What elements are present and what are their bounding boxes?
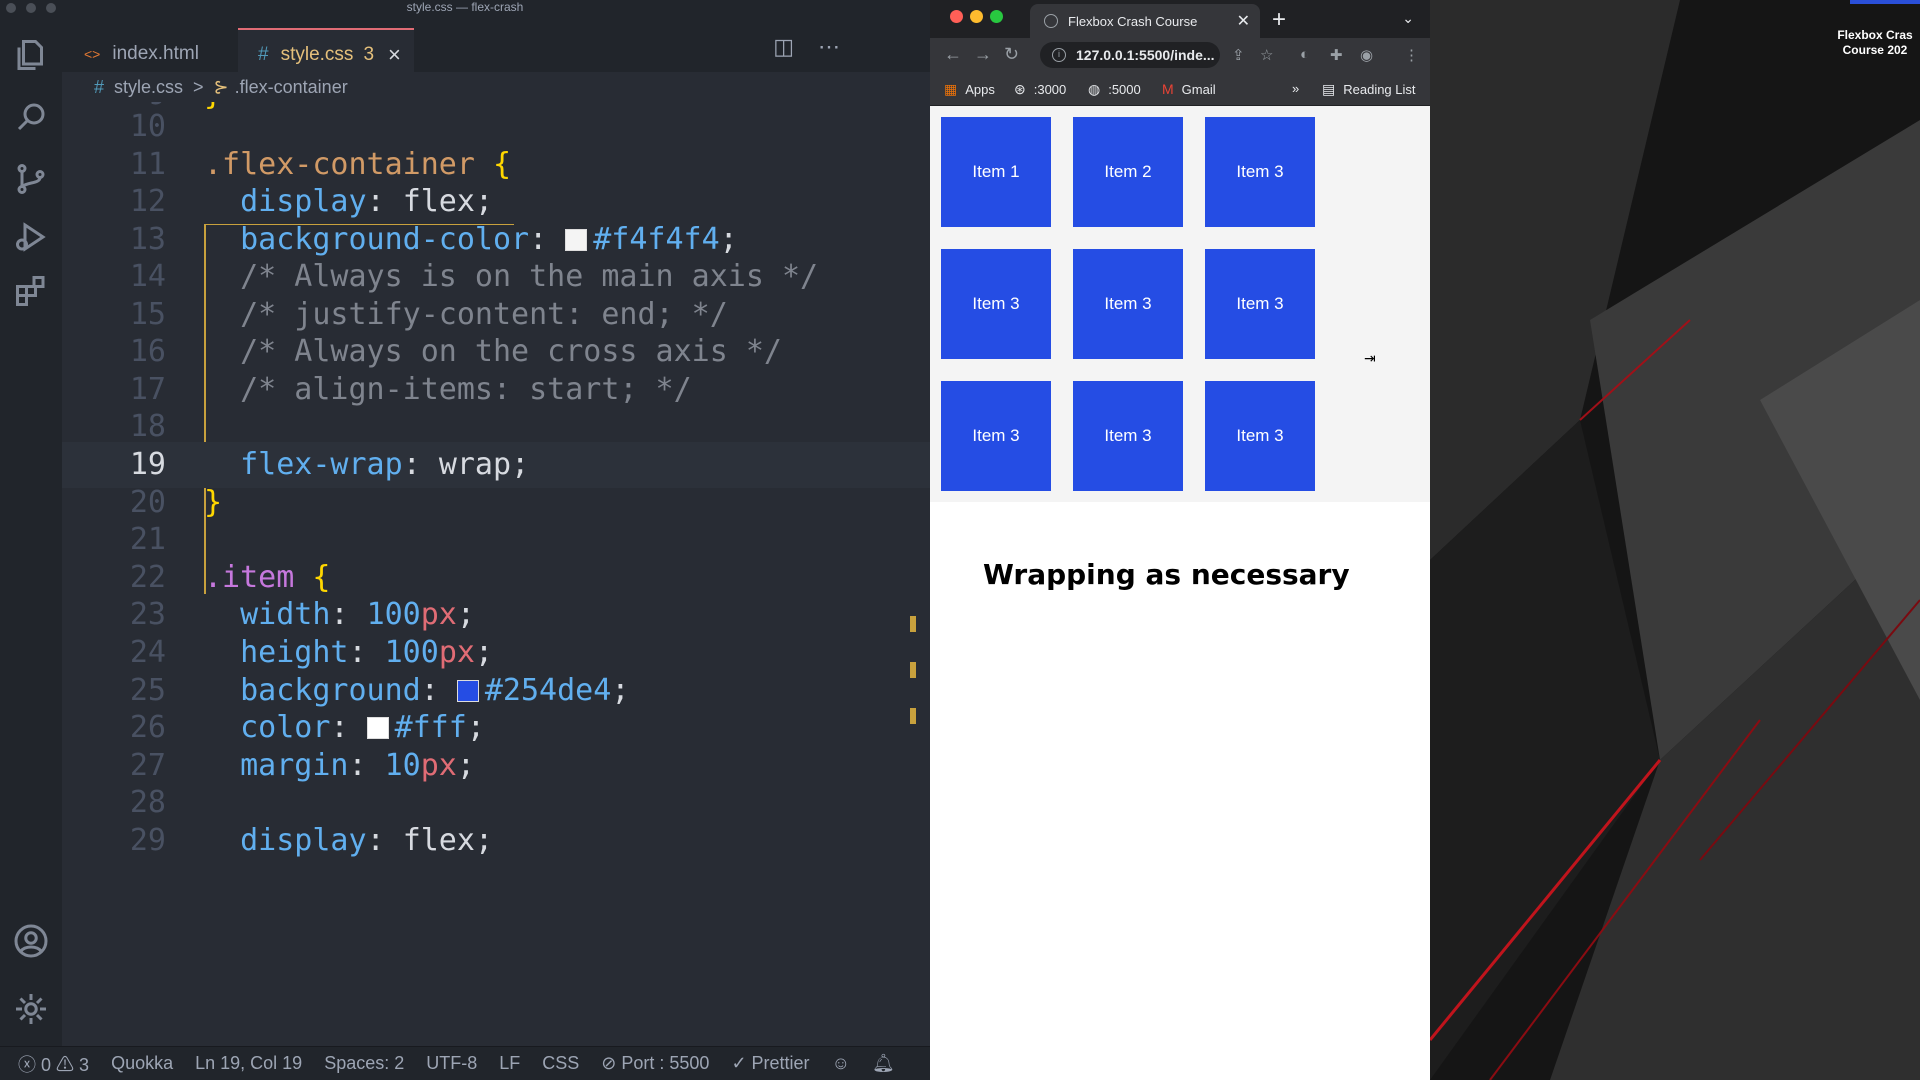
address-bar[interactable]: i 127.0.0.1:5500/inde... xyxy=(1040,42,1220,68)
flex-item: Item 3 xyxy=(1205,381,1315,491)
html-file-icon: <> xyxy=(84,46,101,62)
vscode-window: style.css — flex-crash <> index.html # s… xyxy=(0,0,930,1080)
browser-tab-strip: Flexbox Crash Course ✕ + ⌄ xyxy=(930,0,1430,38)
breadcrumb-symbol[interactable]: .flex-container xyxy=(235,77,348,98)
css-file-icon: # xyxy=(94,76,105,97)
split-editor-icon[interactable]: ◫ xyxy=(773,34,794,60)
close-window-button[interactable] xyxy=(950,10,963,23)
run-debug-icon[interactable] xyxy=(12,218,50,256)
editor-actions: ◫ ⋯ xyxy=(773,34,840,60)
bookmark-gmail[interactable]: M Gmail xyxy=(1162,81,1216,97)
cursor-position[interactable]: Ln 19, Col 19 xyxy=(195,1053,302,1074)
bookmarks-overflow-button[interactable]: » xyxy=(1292,81,1299,96)
browser-window: Flexbox Crash Course ✕ + ⌄ ← → ↻ i 127.0… xyxy=(930,0,1430,1080)
close-icon[interactable]: × xyxy=(388,42,401,68)
flex-item: Item 3 xyxy=(941,381,1051,491)
encoding[interactable]: UTF-8 xyxy=(426,1053,477,1074)
editor-scrollbar[interactable] xyxy=(910,102,918,1046)
window-titlebar: style.css — flex-crash xyxy=(0,0,930,14)
end-of-line[interactable]: LF xyxy=(499,1053,520,1074)
menu-kebab-icon[interactable]: ⋮ xyxy=(1404,46,1419,64)
problems-badge: 3 xyxy=(363,44,375,65)
activity-bar xyxy=(0,14,62,1046)
tab-label: index.html xyxy=(112,43,199,64)
desktop-wallpaper: Flexbox Cras Course 202 xyxy=(1430,0,1920,1080)
color-swatch[interactable] xyxy=(565,229,588,251)
color-swatch[interactable] xyxy=(366,717,389,739)
editor-tabs: <> index.html # style.css 3 × ◫ ⋯ xyxy=(62,14,930,80)
new-tab-button[interactable]: + xyxy=(1272,6,1286,34)
wallpaper-art xyxy=(1430,0,1920,1080)
gmail-icon: M xyxy=(1162,81,1174,97)
code-line: 29 display: flex; xyxy=(129,823,493,858)
explorer-icon[interactable] xyxy=(12,36,50,74)
globe-icon xyxy=(1044,14,1058,28)
flex-item: Item 3 xyxy=(941,249,1051,359)
prettier-status[interactable]: ✓ Prettier xyxy=(731,1053,809,1074)
bookmark-3000[interactable]: ⊛:3000 xyxy=(1014,81,1066,98)
back-arrow-icon[interactable]: ← xyxy=(944,44,962,65)
color-swatch[interactable] xyxy=(456,680,479,702)
minimize-window-button[interactable] xyxy=(970,10,983,23)
reading-list-icon: ▤ xyxy=(1322,81,1336,97)
flex-item: Item 3 xyxy=(1073,381,1183,491)
reading-list-button[interactable]: ▤ Reading List xyxy=(1322,81,1416,98)
breadcrumb-separator: > xyxy=(193,76,204,97)
account-icon[interactable] xyxy=(12,922,50,960)
live-server-port[interactable]: ⊘ Port : 5500 xyxy=(601,1053,709,1074)
more-actions-icon[interactable]: ⋯ xyxy=(818,34,840,60)
breadcrumb-file[interactable]: style.css xyxy=(114,77,183,98)
extensions-icon[interactable] xyxy=(12,272,50,310)
flex-item: Item 3 xyxy=(1073,249,1183,359)
flex-container: Item 1 Item 2 Item 3 Item 3 Item 3 Item … xyxy=(930,106,1430,502)
selector-symbol-icon: ⊱ xyxy=(213,76,229,97)
breadcrumb: # style.css > ⊱ .flex-container xyxy=(62,72,930,102)
indentation[interactable]: Spaces: 2 xyxy=(324,1053,404,1074)
bookmark-5000[interactable]: ◍:5000 xyxy=(1088,81,1141,98)
window-title: style.css — flex-crash xyxy=(406,0,524,14)
bookmark-star-icon[interactable]: ☆ xyxy=(1260,46,1273,64)
reload-icon[interactable]: ↻ xyxy=(1004,44,1019,65)
maximize-window-button[interactable] xyxy=(990,10,1003,23)
problems-indicator[interactable]: ⓧ 0 ⚠ 3 xyxy=(18,1051,89,1077)
tab-label: style.css xyxy=(280,44,354,65)
status-bar: ⓧ 0 ⚠ 3 Quokka Ln 19, Col 19 Spaces: 2 U… xyxy=(0,1046,930,1080)
browser-tab-title: Flexbox Crash Course xyxy=(1068,13,1198,29)
flex-item: Item 3 xyxy=(1205,249,1315,359)
flex-item: Item 3 xyxy=(1205,117,1315,227)
browser-tab[interactable]: Flexbox Crash Course ✕ xyxy=(1030,4,1260,38)
notifications-bell-icon[interactable]: 🔔︎ xyxy=(872,1053,895,1074)
bookmarks-bar: ▦ Apps ⊛:3000 ◍:5000 M Gmail » ▤ Reading Li… xyxy=(930,72,1430,106)
search-icon[interactable] xyxy=(12,98,50,136)
apps-grid-icon: ▦ xyxy=(944,81,958,97)
source-control-icon[interactable] xyxy=(12,160,50,198)
page-heading: Wrapping as necessary xyxy=(983,558,1350,591)
bookmark-site-icon: ⊛ xyxy=(1014,81,1026,97)
share-icon[interactable]: ⇪ xyxy=(1232,46,1245,64)
flex-item: Item 2 xyxy=(1073,117,1183,227)
page-viewport: Item 1 Item 2 Item 3 Item 3 Item 3 Item … xyxy=(930,106,1430,1080)
settings-gear-icon[interactable] xyxy=(12,990,50,1028)
url-text: 127.0.0.1:5500/inde... xyxy=(1076,47,1215,63)
forward-arrow-icon[interactable]: → xyxy=(974,44,992,65)
css-file-icon: # xyxy=(258,44,269,65)
tab-search-chevron-icon[interactable]: ⌄ xyxy=(1402,10,1414,27)
code-editor[interactable]: 9} 10 11.flex-container { 12 display: fl… xyxy=(62,102,930,1046)
bookmark-apps[interactable]: ▦ Apps xyxy=(944,81,995,98)
flex-item: Item 1 xyxy=(941,117,1051,227)
desktop-file-label[interactable]: Flexbox Cras Course 202 xyxy=(1830,28,1920,58)
globe-icon: ◍ xyxy=(1088,81,1101,97)
browser-toolbar: ← → ↻ i 127.0.0.1:5500/inde... ⇪ ☆ ◐ ✚ ◉… xyxy=(930,38,1430,72)
site-info-icon[interactable]: i xyxy=(1052,48,1066,62)
quokka-status[interactable]: Quokka xyxy=(111,1053,173,1074)
close-tab-icon[interactable]: ✕ xyxy=(1237,11,1250,31)
language-mode[interactable]: CSS xyxy=(542,1053,579,1074)
profile-avatar-icon[interactable]: ◉ xyxy=(1360,46,1373,64)
puzzle-extensions-icon[interactable]: ✚ xyxy=(1330,46,1343,64)
extension-icon[interactable]: ◐ xyxy=(1300,46,1309,63)
feedback-icon[interactable]: ☺ xyxy=(832,1053,850,1074)
resize-cursor-icon: ⇥ xyxy=(1364,350,1376,366)
